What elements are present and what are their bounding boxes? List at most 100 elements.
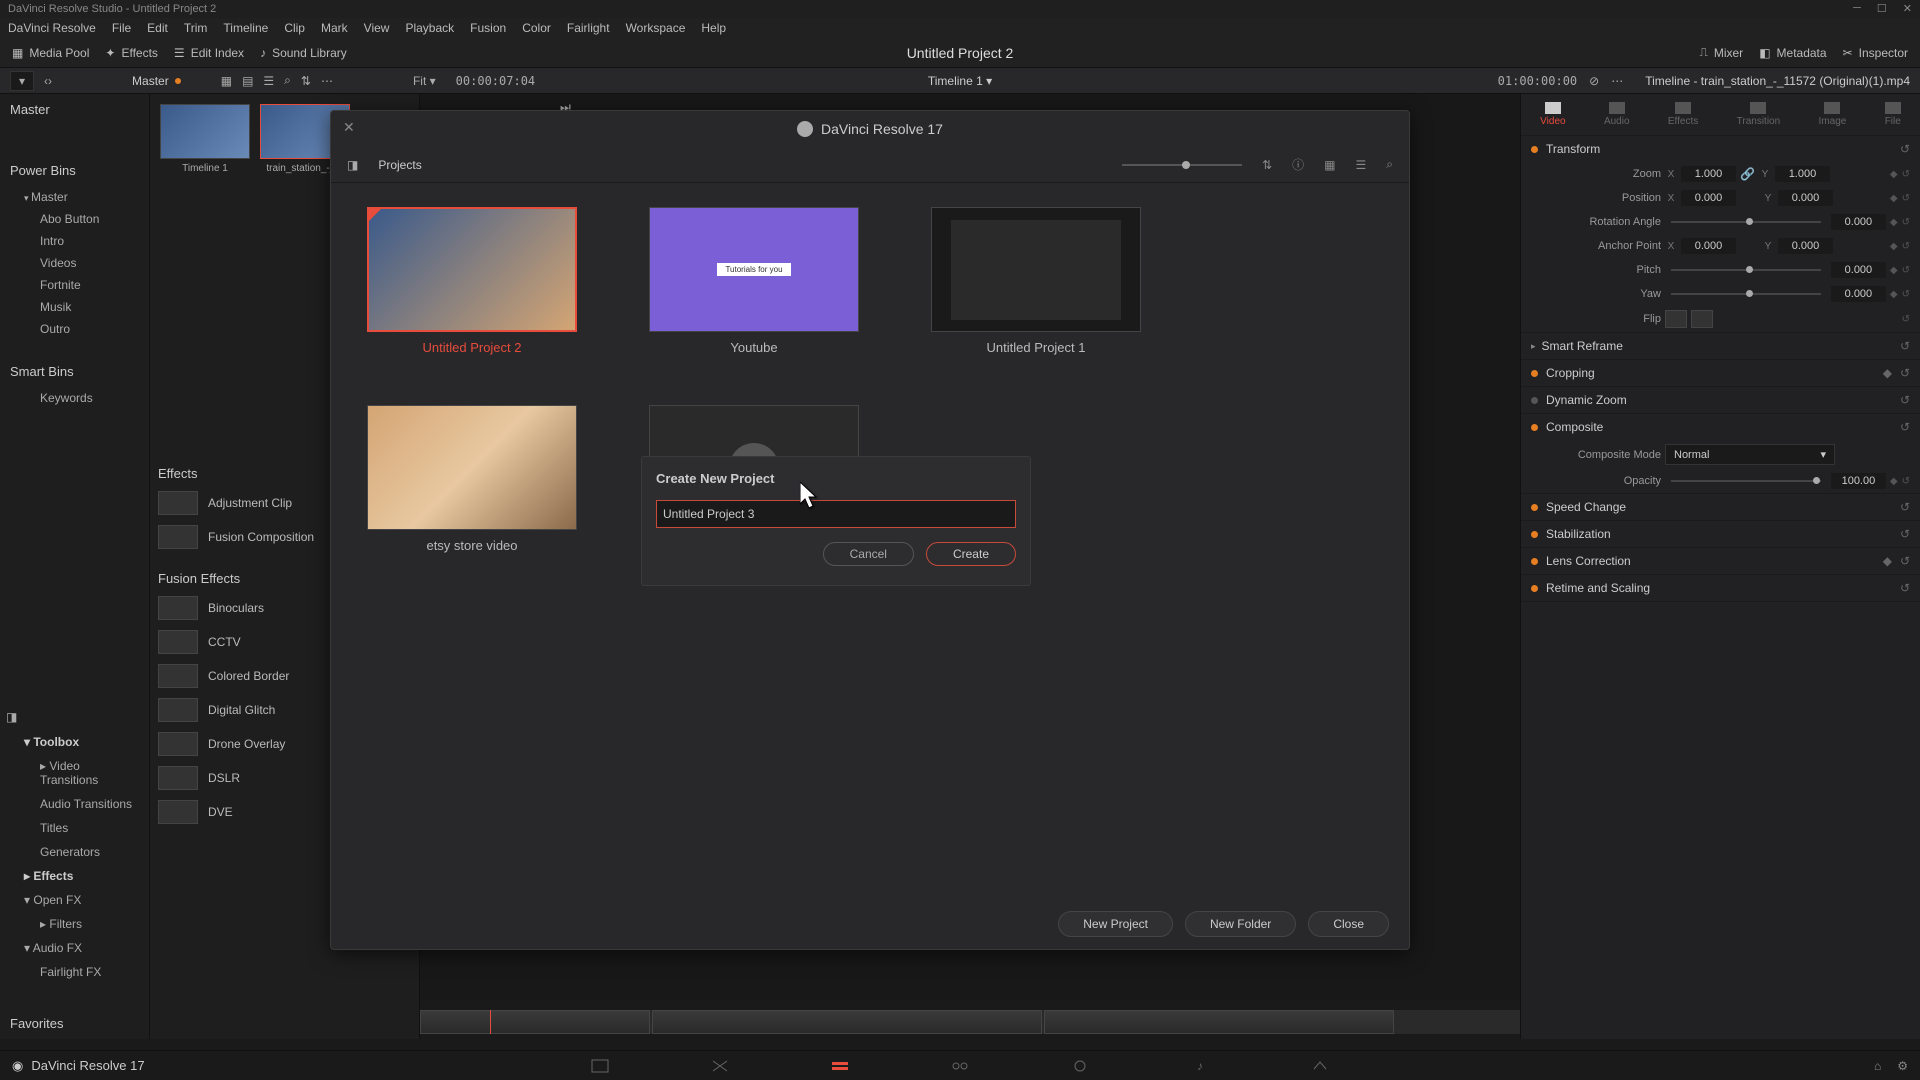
reset-icon[interactable]: ↺: [1900, 142, 1910, 156]
effects-toggle[interactable]: ✦ Effects: [105, 46, 158, 60]
reset-icon[interactable]: ↺: [1900, 527, 1910, 541]
timeline[interactable]: [420, 1000, 1520, 1050]
master-folder[interactable]: Master: [0, 186, 149, 208]
menu-view[interactable]: View: [364, 21, 390, 35]
thumb-size-slider[interactable]: [1122, 164, 1242, 166]
create-button[interactable]: Create: [926, 542, 1016, 566]
search-icon[interactable]: ⌕: [1386, 157, 1393, 172]
lens-correction-head[interactable]: Lens Correction◆↺: [1521, 548, 1920, 574]
kf-icon[interactable]: ◆: [1883, 366, 1892, 380]
composite-mode-select[interactable]: Normal▾: [1665, 444, 1835, 465]
reset-icon[interactable]: ↺: [1902, 169, 1910, 180]
panel-toggle-icon[interactable]: ◨: [0, 704, 149, 730]
timeline-clip[interactable]: [652, 1010, 1042, 1034]
menu-fusion[interactable]: Fusion: [470, 21, 506, 35]
project-card[interactable]: Untitled Project 2: [367, 207, 577, 355]
menu-timeline[interactable]: Timeline: [223, 21, 268, 35]
sound-library-toggle[interactable]: ♪ Sound Library: [260, 46, 347, 60]
reset-icon[interactable]: ↺: [1902, 217, 1910, 228]
more-icon-2[interactable]: ⋯: [1611, 74, 1623, 88]
nav-fwd-icon[interactable]: ›: [48, 74, 52, 88]
pos-x-input[interactable]: [1681, 190, 1736, 206]
metadata-toggle[interactable]: ◧ Metadata: [1759, 45, 1826, 60]
bin-item[interactable]: Videos: [0, 252, 149, 274]
color-page-tab[interactable]: [1070, 1058, 1090, 1074]
reset-icon[interactable]: ↺: [1902, 314, 1910, 325]
cut-page-tab[interactable]: [710, 1058, 730, 1074]
dynamic-zoom-head[interactable]: Dynamic Zoom↺: [1521, 387, 1920, 413]
reset-icon[interactable]: ↺: [1900, 500, 1910, 514]
reset-icon[interactable]: ↺: [1902, 193, 1910, 204]
menu-help[interactable]: Help: [701, 21, 726, 35]
power-bins-header[interactable]: Power Bins: [0, 155, 149, 186]
tab-audio[interactable]: Audio: [1596, 100, 1638, 129]
settings-icon[interactable]: ⚙: [1897, 1059, 1908, 1073]
media-pool-toggle[interactable]: ▦ Media Pool: [12, 46, 89, 60]
yaw-slider[interactable]: [1671, 293, 1821, 295]
reset-icon[interactable]: ↺: [1900, 581, 1910, 595]
bin-item[interactable]: Fortnite: [0, 274, 149, 296]
project-card[interactable]: Untitled Project 1: [931, 207, 1141, 355]
project-card[interactable]: etsy store video: [367, 405, 577, 553]
rotation-slider[interactable]: [1671, 221, 1821, 223]
menu-playback[interactable]: Playback: [405, 21, 454, 35]
tab-image[interactable]: Image: [1811, 100, 1855, 129]
grid-view-icon[interactable]: ▦: [221, 74, 232, 88]
tab-effects[interactable]: Effects: [1660, 100, 1706, 129]
menu-app[interactable]: DaVinci Resolve: [8, 21, 96, 35]
tab-file[interactable]: File: [1877, 100, 1909, 129]
close-icon[interactable]: ✕: [1903, 2, 1912, 15]
pitch-slider[interactable]: [1671, 269, 1821, 271]
enable-dot-icon[interactable]: [1531, 146, 1538, 153]
anchor-y-input[interactable]: [1778, 238, 1833, 254]
info-icon[interactable]: ⓘ: [1292, 156, 1304, 173]
smart-bins-header[interactable]: Smart Bins: [0, 356, 149, 387]
flip-v-button[interactable]: [1691, 310, 1713, 328]
keywords-bin[interactable]: Keywords: [0, 387, 149, 409]
menu-clip[interactable]: Clip: [284, 21, 305, 35]
maximize-icon[interactable]: ☐: [1877, 2, 1887, 15]
fusion-page-tab[interactable]: [950, 1058, 970, 1074]
bin-item[interactable]: Intro: [0, 230, 149, 252]
reset-icon[interactable]: ↺: [1900, 366, 1910, 380]
kf-icon[interactable]: ◆: [1890, 476, 1898, 487]
home-icon[interactable]: ⌂: [1874, 1059, 1881, 1073]
master-bin[interactable]: Master: [0, 94, 149, 125]
stabilization-head[interactable]: Stabilization↺: [1521, 521, 1920, 547]
toolbox-header[interactable]: ▾ Toolbox: [0, 730, 149, 754]
reset-icon[interactable]: ↺: [1902, 289, 1910, 300]
menu-edit[interactable]: Edit: [147, 21, 168, 35]
cropping-head[interactable]: Cropping◆↺: [1521, 360, 1920, 386]
composite-head[interactable]: Composite↺: [1521, 414, 1920, 440]
clip-thumb[interactable]: Timeline 1: [160, 104, 250, 174]
zoom-y-input[interactable]: [1775, 166, 1830, 182]
opacity-input[interactable]: [1831, 473, 1886, 489]
playhead[interactable]: [490, 1010, 491, 1034]
kf-icon[interactable]: ◆: [1883, 554, 1892, 568]
inspector-toggle[interactable]: ✂ Inspector: [1843, 45, 1908, 60]
bin-item[interactable]: Outro: [0, 318, 149, 340]
smart-reframe-head[interactable]: ▸Smart Reframe↺: [1521, 333, 1920, 359]
modal-close-button[interactable]: ✕: [343, 119, 355, 136]
kf-icon[interactable]: ◆: [1890, 169, 1898, 180]
fx-category[interactable]: Fairlight FX: [0, 960, 149, 984]
transform-section-head[interactable]: Transform↺: [1521, 136, 1920, 162]
fx-category[interactable]: ▸ Filters: [0, 912, 149, 936]
menu-mark[interactable]: Mark: [321, 21, 348, 35]
fx-category[interactable]: Audio Transitions: [0, 792, 149, 816]
sort-icon[interactable]: ⇅: [301, 74, 311, 88]
tab-transition[interactable]: Transition: [1729, 100, 1789, 129]
kf-icon[interactable]: ◆: [1890, 217, 1898, 228]
sidebar-toggle-icon[interactable]: ◨: [347, 158, 358, 172]
zoom-fit[interactable]: Fit ▾: [413, 74, 436, 88]
tab-video[interactable]: Video: [1532, 100, 1573, 129]
kf-icon[interactable]: ◆: [1890, 289, 1898, 300]
opacity-slider[interactable]: [1671, 480, 1821, 482]
kf-icon[interactable]: ◆: [1890, 265, 1898, 276]
audiofx-header[interactable]: ▾ Audio FX: [0, 936, 149, 960]
list-view-icon[interactable]: ☰: [263, 74, 274, 88]
new-project-button[interactable]: New Project: [1058, 911, 1173, 937]
deliver-page-tab[interactable]: [1310, 1058, 1330, 1074]
pitch-input[interactable]: [1831, 262, 1886, 278]
project-name-input[interactable]: [656, 500, 1016, 528]
